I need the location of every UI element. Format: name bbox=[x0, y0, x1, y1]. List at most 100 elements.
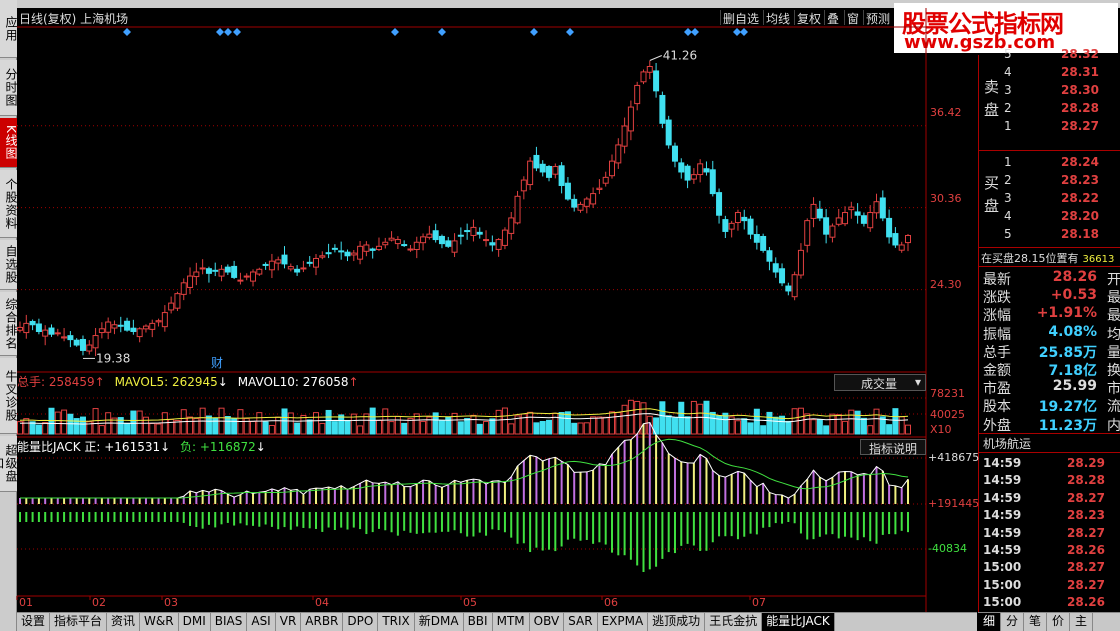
candle-body bbox=[451, 240, 458, 253]
right-panel-tab[interactable]: 价 bbox=[1047, 613, 1070, 631]
divider bbox=[979, 433, 1120, 434]
candle-body bbox=[369, 248, 376, 251]
indicator-tab[interactable]: MTM bbox=[493, 613, 530, 631]
volume-bar bbox=[533, 422, 540, 435]
indicator-tab[interactable]: 能量比JACK bbox=[762, 613, 835, 631]
quote-key: 总手 bbox=[983, 344, 1011, 361]
indicator-tab[interactable]: 王氏金抗 bbox=[705, 613, 763, 631]
candle-body bbox=[331, 247, 338, 250]
down-arrow-icon: ↓ bbox=[255, 440, 266, 454]
candle-body bbox=[709, 169, 716, 195]
volume-ma10: MAVOL10: 276058 bbox=[237, 375, 349, 389]
indicator-tab[interactable]: TRIX bbox=[378, 613, 415, 631]
volume-bar bbox=[860, 417, 867, 435]
order-price: 28.28 bbox=[1061, 101, 1099, 115]
tick-price: 28.28 bbox=[1067, 473, 1105, 488]
volume-bar bbox=[842, 420, 849, 435]
candle-body bbox=[294, 268, 301, 273]
volume-bar bbox=[294, 422, 301, 435]
candle-body bbox=[155, 320, 162, 323]
volume-bar bbox=[552, 412, 559, 435]
indicator-tab[interactable]: EXPMA bbox=[598, 613, 649, 631]
tick-row: 15:00 28.27 bbox=[979, 578, 1120, 596]
volume-bar bbox=[602, 416, 609, 435]
indicator-tab[interactable]: BBI bbox=[464, 613, 493, 631]
volume-bar bbox=[583, 422, 590, 435]
candle-body bbox=[797, 249, 804, 276]
candle-body bbox=[501, 229, 508, 246]
quote-value: 4.08% bbox=[1048, 323, 1097, 340]
volume-bar bbox=[23, 418, 30, 435]
volume-bar bbox=[615, 411, 622, 435]
candle-body bbox=[835, 217, 842, 225]
volume-ma5: MAVOL5: 262945 bbox=[114, 375, 218, 389]
indicator-help-button[interactable]: 指标说明 bbox=[860, 439, 926, 456]
quote-key: 最新 bbox=[983, 272, 1011, 288]
right-panel-tab[interactable]: 主 bbox=[1070, 613, 1093, 631]
up-arrow-icon: ↑ bbox=[348, 375, 359, 389]
volume-bar bbox=[609, 411, 615, 435]
candle-body bbox=[187, 275, 194, 288]
volume-bar bbox=[306, 419, 313, 435]
right-panel-tab[interactable]: 细 bbox=[978, 613, 1001, 631]
indicator-tab[interactable]: ASI bbox=[247, 613, 276, 631]
order-price: 28.22 bbox=[1061, 191, 1099, 205]
order-price: 28.32 bbox=[1061, 47, 1099, 61]
tick-time: 14:59 bbox=[983, 525, 1022, 540]
volume-bar bbox=[382, 408, 389, 435]
candle-body bbox=[634, 84, 641, 105]
tick-time: 14:59 bbox=[983, 543, 1022, 557]
candle-body bbox=[29, 320, 36, 326]
indicator-tab[interactable]: DPO bbox=[343, 613, 379, 631]
candle-body bbox=[564, 182, 571, 200]
volume-bar bbox=[495, 409, 502, 435]
order-level: 5 bbox=[1004, 227, 1012, 241]
signal-diamond bbox=[566, 28, 574, 36]
indicator-tab[interactable]: 逃顶成功 bbox=[648, 613, 706, 631]
candle-body bbox=[665, 119, 672, 146]
candle-body bbox=[199, 267, 206, 270]
candle-body bbox=[716, 192, 723, 216]
candle-body bbox=[300, 267, 307, 270]
indicator-tab[interactable]: DMI bbox=[179, 613, 211, 631]
right-panel-tab[interactable]: 分 bbox=[1001, 613, 1024, 631]
candle-body bbox=[212, 269, 219, 272]
order-level: 1 bbox=[1004, 119, 1012, 133]
candle-body bbox=[401, 244, 408, 247]
volume-bar bbox=[338, 414, 345, 435]
candle-body bbox=[149, 322, 156, 330]
indicator-tab[interactable]: 新DMA bbox=[415, 613, 464, 631]
volume-bar bbox=[501, 407, 508, 435]
volume-bar bbox=[546, 419, 553, 435]
candle-body bbox=[161, 312, 168, 328]
indicator-tab[interactable]: 设置 bbox=[17, 613, 51, 631]
candle-body bbox=[659, 94, 666, 124]
indicator-tab[interactable]: OBV bbox=[530, 613, 565, 631]
indicator-tabs: 设置 指标平台 资讯 W&R DMI BIAS ASI VR ARBR DPO TRIX 新DMA BB… bbox=[17, 612, 977, 631]
indicator-tab[interactable]: W&R bbox=[140, 613, 179, 631]
indicator-tab[interactable]: 资讯 bbox=[107, 613, 141, 631]
indicator-tab[interactable]: VR bbox=[276, 613, 302, 631]
indicator-tab[interactable]: SAR bbox=[564, 613, 598, 631]
cai-marker: 财 bbox=[211, 356, 223, 370]
candle-body bbox=[42, 329, 49, 337]
indicator-tab[interactable]: BIAS bbox=[211, 613, 248, 631]
volume-bar bbox=[149, 423, 156, 435]
candle-body bbox=[142, 325, 149, 330]
sell-order-row: 1 28.27 bbox=[979, 119, 1120, 137]
candle-body bbox=[816, 208, 823, 219]
candle-body bbox=[905, 235, 911, 244]
tick-row: 14:59 28.29 bbox=[979, 456, 1120, 474]
right-panel-tab[interactable]: 笔 bbox=[1024, 613, 1047, 631]
indicator-dropdown[interactable]: 成交量 ▾ bbox=[834, 374, 926, 391]
indicator-tab[interactable]: 指标平台 bbox=[50, 613, 108, 631]
volume-bar bbox=[571, 422, 578, 435]
candle-body bbox=[180, 282, 187, 295]
volume-bar bbox=[905, 424, 911, 435]
volume-bar bbox=[313, 412, 319, 435]
indicator-tab[interactable]: ARBR bbox=[301, 613, 344, 631]
divider bbox=[979, 150, 1120, 151]
volume-bar bbox=[79, 416, 86, 435]
volume-bar bbox=[508, 423, 515, 435]
kline-chart-area[interactable]: 41.26 19.38 财 bbox=[0, 0, 978, 612]
